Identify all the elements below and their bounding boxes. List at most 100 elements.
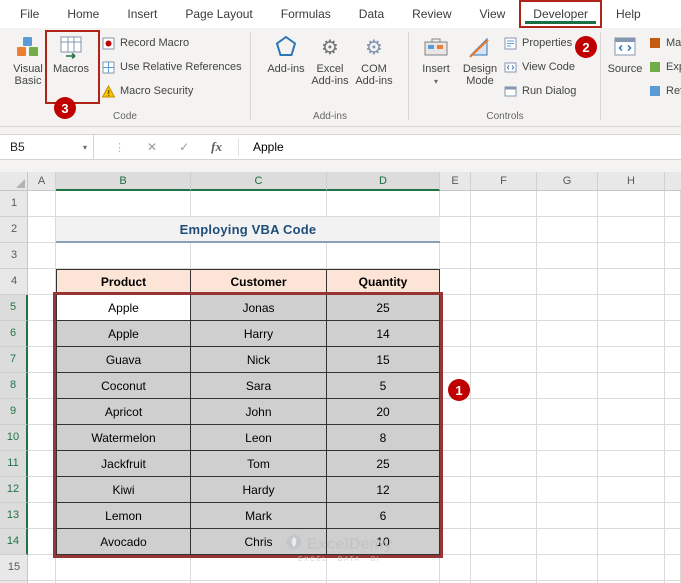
row-header-12[interactable]: 12 — [0, 477, 28, 503]
table-cell[interactable]: John — [191, 399, 327, 425]
table-cell[interactable]: Jackfruit — [56, 451, 191, 477]
expansion-packs-label: Exp — [666, 61, 681, 73]
macro-security-label: Macro Security — [120, 85, 194, 97]
table-cell[interactable]: Avocado — [56, 529, 191, 555]
watermark: ExcelDemy EXCEL · DATA · BI — [286, 534, 392, 563]
tab-page-layout[interactable]: Page Layout — [171, 0, 266, 28]
table-cell[interactable]: Lemon — [56, 503, 191, 529]
table-cell[interactable]: 25 — [327, 451, 440, 477]
chevron-down-icon[interactable]: ▾ — [83, 143, 87, 152]
run-dialog-icon — [504, 85, 517, 98]
table-cell[interactable]: Sara — [191, 373, 327, 399]
table-cell[interactable]: Mark — [191, 503, 327, 529]
worksheet: ABCDEFGH 1 2 3 4 5 6 7 8 9 10 11 12 13 14 15 Employing… — [0, 172, 681, 583]
group-separator — [250, 32, 251, 120]
tab-formulas[interactable]: Formulas — [267, 0, 345, 28]
table-cell[interactable]: Apple — [56, 321, 191, 347]
insert-control-button[interactable]: Insert ▾ — [418, 33, 454, 88]
table-cell[interactable]: 20 — [327, 399, 440, 425]
row-header-7[interactable]: 7 — [0, 347, 28, 373]
refresh-data-icon — [648, 85, 661, 98]
row-header-1[interactable]: 1 — [0, 191, 28, 217]
design-mode-button[interactable]: Design Mode — [458, 33, 502, 87]
tab-developer[interactable]: Developer — [519, 0, 602, 28]
column-header-B[interactable]: B — [56, 172, 191, 191]
sheet-grid[interactable]: Employing VBA Code Product Customer Quanti… — [28, 191, 681, 583]
refresh-data-button[interactable]: Ref — [648, 84, 681, 98]
table-cell[interactable]: 5 — [327, 373, 440, 399]
name-box[interactable]: B5 ▾ — [0, 135, 94, 159]
macro-security-button[interactable]: Macro Security — [102, 84, 242, 98]
table-cell[interactable]: Guava — [56, 347, 191, 373]
tab-file[interactable]: File — [6, 0, 53, 28]
row-header-6[interactable]: 6 — [0, 321, 28, 347]
table-cell[interactable]: Hardy — [191, 477, 327, 503]
enter-icon[interactable]: ✓ — [179, 140, 189, 154]
row-header-11[interactable]: 11 — [0, 451, 28, 477]
tab-data[interactable]: Data — [345, 0, 398, 28]
expansion-packs-button[interactable]: Exp — [648, 60, 681, 74]
tab-insert[interactable]: Insert — [113, 0, 171, 28]
run-dialog-button[interactable]: Run Dialog — [504, 84, 576, 98]
table-cell[interactable]: Jonas — [191, 295, 327, 321]
row-header-10[interactable]: 10 — [0, 425, 28, 451]
column-header-E[interactable]: E — [440, 172, 471, 191]
formula-bar-value[interactable]: Apple — [253, 140, 284, 154]
cancel-icon[interactable]: ✕ — [147, 140, 157, 154]
column-header-A[interactable]: A — [28, 172, 56, 191]
table-cell[interactable]: Leon — [191, 425, 327, 451]
use-relative-references-button[interactable]: Use Relative References — [102, 60, 242, 74]
table-cell[interactable]: Harry — [191, 321, 327, 347]
insert-function-icon[interactable]: fx — [211, 139, 222, 155]
select-all-corner[interactable] — [0, 172, 28, 191]
table-cell[interactable]: Tom — [191, 451, 327, 477]
column-header-F[interactable]: F — [471, 172, 537, 191]
row-header-13[interactable]: 13 — [0, 503, 28, 529]
row-header-5[interactable]: 5 — [0, 295, 28, 321]
table-cell[interactable]: 14 — [327, 321, 440, 347]
excel-add-ins-button[interactable]: ⚙ Excel Add-ins — [308, 33, 352, 87]
column-header-H[interactable]: H — [598, 172, 665, 191]
record-macro-label: Record Macro — [120, 37, 190, 49]
excel-add-ins-label: Excel Add-ins — [311, 63, 349, 87]
table-cell[interactable]: Coconut — [56, 373, 191, 399]
tab-home[interactable]: Home — [53, 0, 113, 28]
com-add-ins-button[interactable]: ⚙ COM Add-ins — [352, 33, 396, 87]
row-header-15[interactable]: 15 — [0, 555, 28, 581]
table-cell[interactable]: 25 — [327, 295, 440, 321]
table-cell[interactable]: 8 — [327, 425, 440, 451]
source-button[interactable]: Source — [606, 33, 644, 75]
row-header-3[interactable]: 3 — [0, 243, 28, 269]
row-header-9[interactable]: 9 — [0, 399, 28, 425]
row-header-2[interactable]: 2 — [0, 217, 28, 243]
table-cell[interactable]: Apricot — [56, 399, 191, 425]
table-cell[interactable]: Kiwi — [56, 477, 191, 503]
row-header-14[interactable]: 14 — [0, 529, 28, 555]
properties-button[interactable]: Properties — [504, 36, 576, 50]
visual-basic-button[interactable]: Visual Basic — [8, 33, 48, 87]
record-macro-button[interactable]: Record Macro — [102, 36, 242, 50]
table-cell[interactable]: Nick — [191, 347, 327, 373]
properties-label: Properties — [522, 37, 573, 49]
add-ins-button[interactable]: Add-ins — [264, 33, 308, 75]
table-header-quantity: Quantity — [327, 269, 440, 295]
column-header-C[interactable]: C — [191, 172, 327, 191]
use-relative-references-label: Use Relative References — [120, 61, 242, 73]
table-cell[interactable]: 15 — [327, 347, 440, 373]
com-add-ins-label: COM Add-ins — [355, 63, 393, 87]
column-header-G[interactable]: G — [537, 172, 598, 191]
table-cell[interactable]: Apple — [56, 295, 191, 321]
row-header-4[interactable]: 4 — [0, 269, 28, 295]
code-group-label: Code — [113, 111, 137, 122]
tab-review[interactable]: Review — [398, 0, 465, 28]
view-code-icon — [504, 61, 517, 74]
column-header-D[interactable]: D — [327, 172, 440, 191]
map-properties-button[interactable]: Ma — [648, 36, 681, 50]
row-header-8[interactable]: 8 — [0, 373, 28, 399]
view-code-button[interactable]: View Code — [504, 60, 576, 74]
table-cell[interactable]: Watermelon — [56, 425, 191, 451]
table-cell[interactable]: 12 — [327, 477, 440, 503]
table-cell[interactable]: 6 — [327, 503, 440, 529]
tab-help[interactable]: Help — [602, 0, 655, 28]
tab-view[interactable]: View — [466, 0, 520, 28]
